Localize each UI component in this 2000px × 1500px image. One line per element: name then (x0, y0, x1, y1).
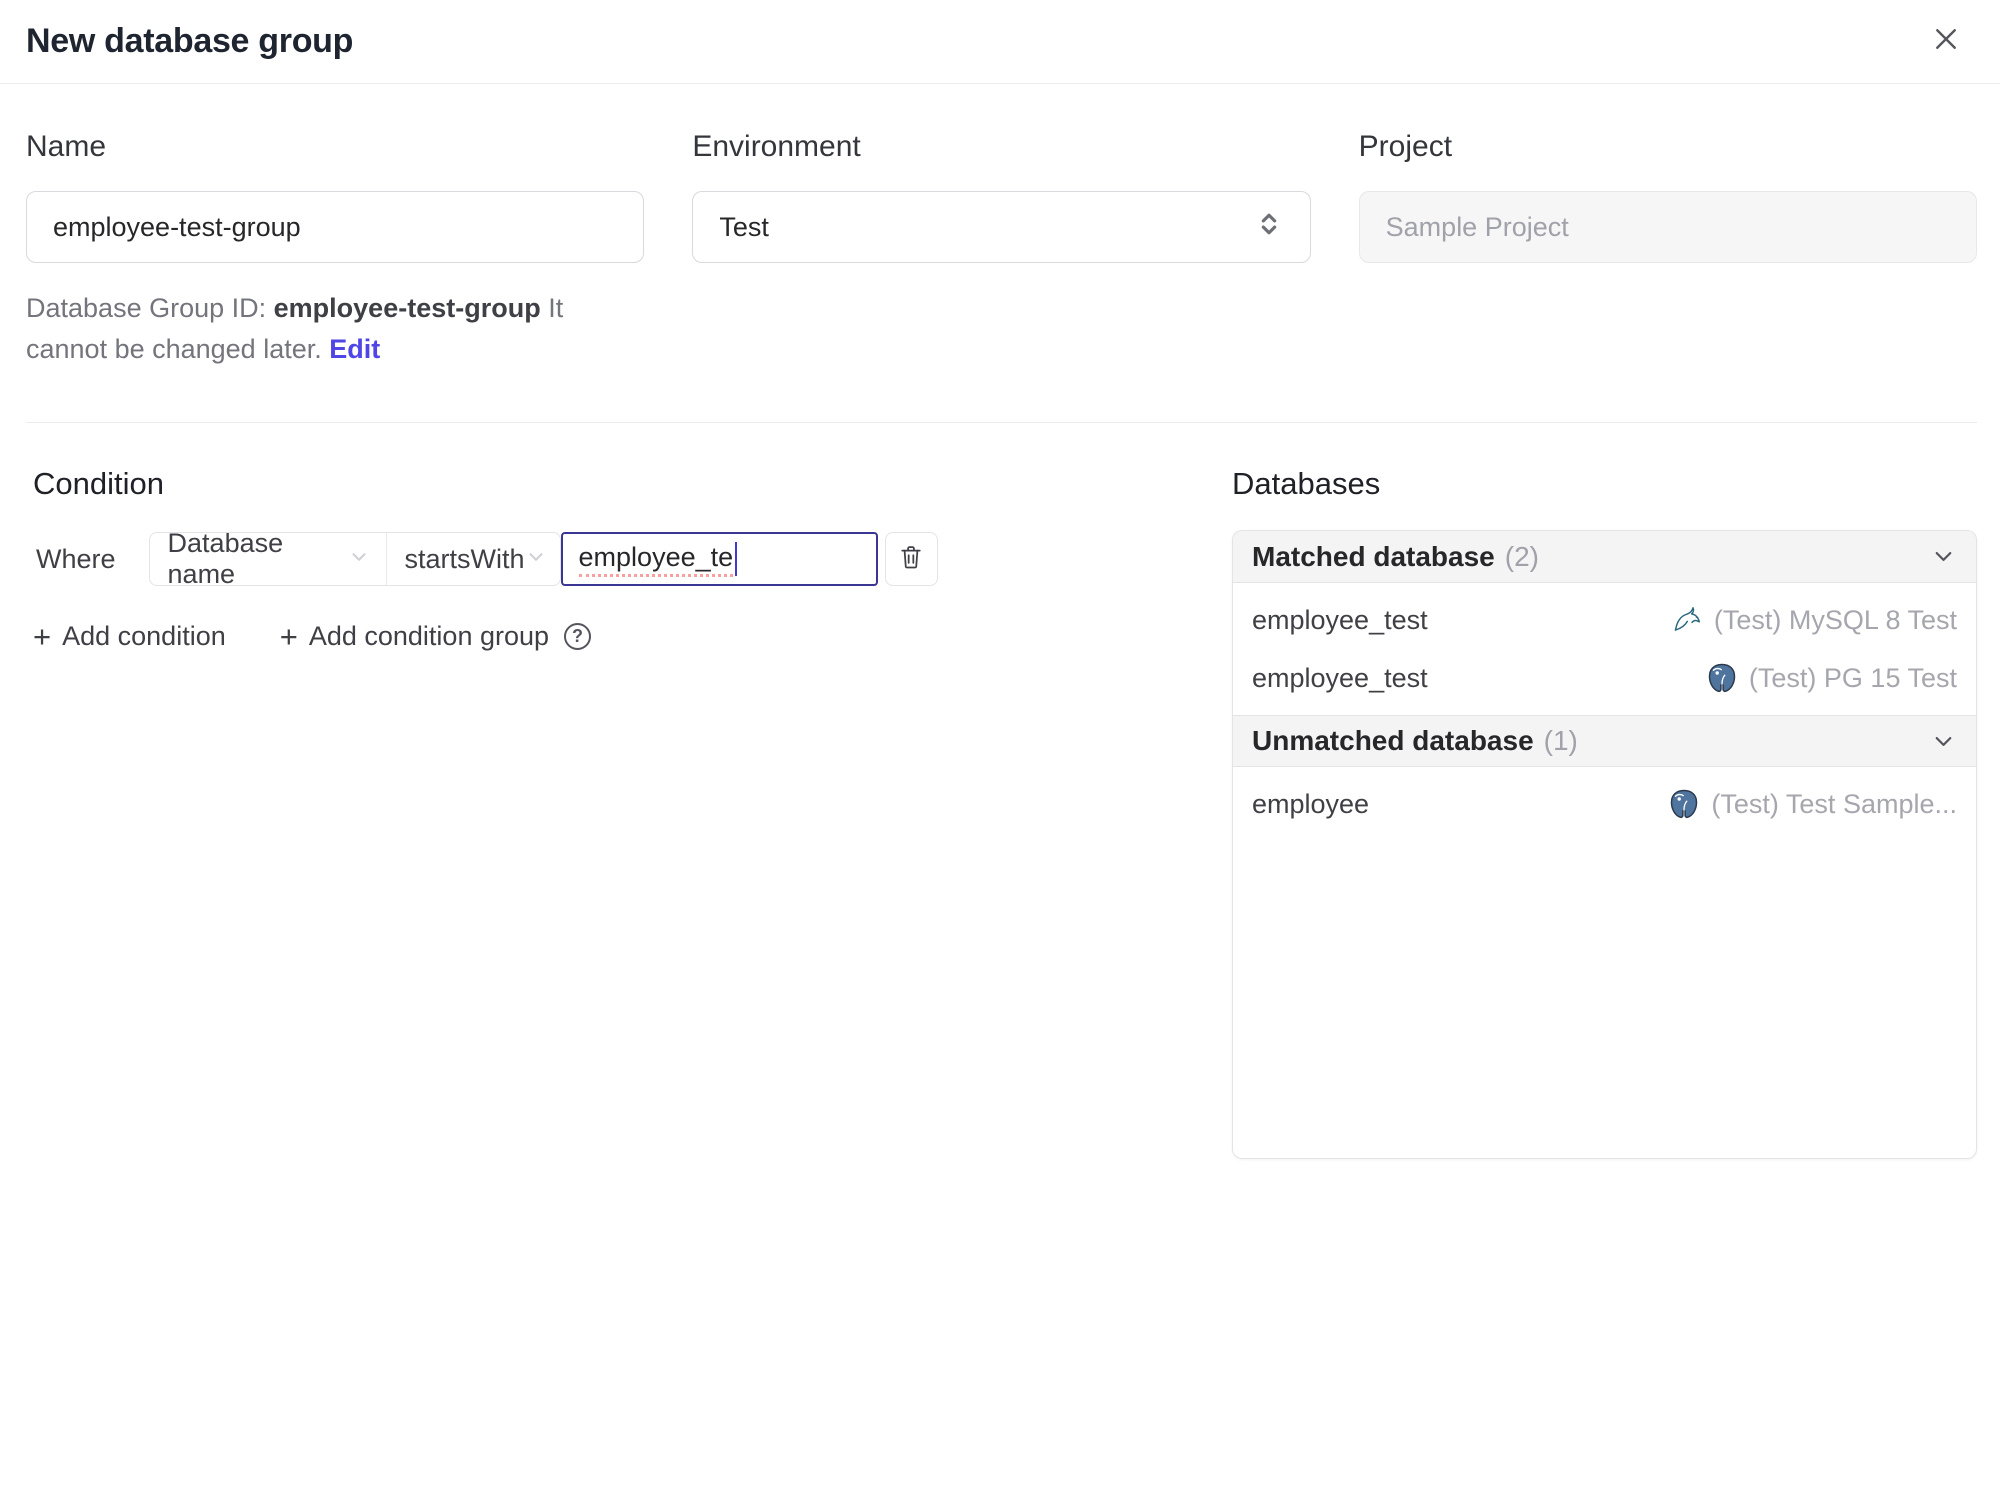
project-input: Sample Project (1358, 191, 1977, 263)
close-icon (1931, 24, 1961, 59)
add-condition-group-label: Add condition group (308, 621, 550, 651)
instance-label: (Test) MySQL 8 Test (1713, 604, 1957, 635)
chevron-down-icon (525, 544, 547, 575)
postgresql-icon (1668, 788, 1700, 820)
name-label: Name (26, 130, 107, 163)
unfold-chevrons-icon (1254, 209, 1284, 246)
close-button[interactable] (1926, 22, 1966, 62)
condition-value-text: employee_te (578, 542, 734, 577)
condition-section: Condition Where Database name startsWith… (26, 466, 1232, 652)
matched-database-count: (2) (1504, 540, 1539, 572)
database-row: employee_test (Test) PG 15 Test (1233, 649, 1976, 707)
condition-selectors: Database name startsWith (148, 532, 561, 586)
new-database-group-dialog: New database group Name employee-test-gr… (0, 0, 2000, 1500)
instance-info: (Test) PG 15 Test (1706, 662, 1957, 694)
instance-info: (Test) Test Sample... (1668, 788, 1957, 820)
chevron-down-icon (1930, 543, 1957, 570)
database-row: employee (Test) Test Sample... (1233, 775, 1976, 833)
add-condition-group-button[interactable]: + Add condition group ? (279, 619, 592, 654)
database-name: employee (1252, 788, 1370, 819)
environment-field-group: Environment Test (692, 130, 1311, 370)
helper-prefix: Database Group ID: (26, 293, 267, 323)
matched-database-list: employee_test (Test) MySQL 8 Test employ… (1233, 583, 1976, 715)
where-label: Where (36, 543, 116, 574)
database-name: employee_test (1252, 662, 1428, 693)
condition-row: Where Database name startsWith employee_… (33, 532, 1232, 586)
add-condition-button[interactable]: + Add condition (33, 621, 226, 652)
condition-actions: + Add condition + Add condition group ? (33, 621, 1232, 652)
plus-icon: + (279, 619, 298, 654)
matched-database-title: Matched database (1252, 540, 1495, 572)
unmatched-database-count: (1) (1543, 725, 1578, 756)
unmatched-database-title: Unmatched database (1252, 725, 1534, 756)
condition-field-value: Database name (167, 532, 284, 586)
page-title: New database group (26, 22, 354, 60)
form-row: Name employee-test-group Database Group … (26, 130, 1977, 370)
name-input[interactable]: employee-test-group (26, 191, 645, 263)
add-condition-label: Add condition (62, 621, 226, 651)
section-divider (26, 422, 1977, 423)
chevron-down-icon (1930, 728, 1957, 755)
environment-select[interactable]: Test (692, 191, 1311, 263)
condition-operator-select[interactable]: startsWith (385, 533, 560, 585)
unmatched-database-header[interactable]: Unmatched database (1) (1233, 715, 1976, 767)
name-input-value: employee-test-group (53, 211, 301, 242)
group-id-helper: Database Group ID: employee-test-group I… (26, 288, 644, 370)
databases-section: Databases Matched database (2) employee_… (1232, 466, 1977, 1159)
databases-panel: Matched database (2) employee_test (Test… (1232, 530, 1977, 1159)
postgresql-icon (1706, 662, 1738, 694)
project-input-value: Sample Project (1385, 211, 1569, 242)
instance-info: (Test) MySQL 8 Test (1671, 604, 1957, 636)
database-row: employee_test (Test) MySQL 8 Test (1233, 591, 1976, 649)
edit-link[interactable]: Edit (329, 334, 380, 364)
instance-label: (Test) PG 15 Test (1748, 662, 1957, 693)
project-label: Project (1358, 130, 1453, 163)
databases-heading: Databases (1232, 466, 1381, 501)
project-field-group: Project Sample Project (1358, 130, 1977, 370)
mysql-icon (1671, 604, 1703, 636)
help-icon[interactable]: ? (564, 623, 592, 650)
text-caret (735, 542, 738, 576)
environment-select-value: Test (719, 211, 769, 242)
instance-label: (Test) Test Sample... (1711, 788, 1957, 819)
database-name: employee_test (1252, 604, 1428, 635)
helper-group-id: employee-test-group (273, 293, 541, 323)
condition-value-input[interactable]: employee_te (560, 532, 878, 586)
delete-condition-button[interactable] (884, 532, 938, 586)
chevron-down-icon (348, 544, 370, 575)
dialog-header: New database group (0, 0, 2000, 84)
condition-field-select[interactable]: Database name (150, 533, 386, 585)
environment-label: Environment (692, 130, 861, 163)
plus-icon: + (33, 619, 52, 654)
matched-database-header[interactable]: Matched database (2) (1233, 531, 1976, 583)
trash-icon (897, 543, 925, 576)
condition-operator-value: startsWith (404, 543, 525, 574)
unmatched-database-list: employee (Test) Test Sample... (1233, 767, 1976, 1158)
condition-heading: Condition (33, 466, 164, 501)
name-field-group: Name employee-test-group Database Group … (26, 130, 645, 370)
